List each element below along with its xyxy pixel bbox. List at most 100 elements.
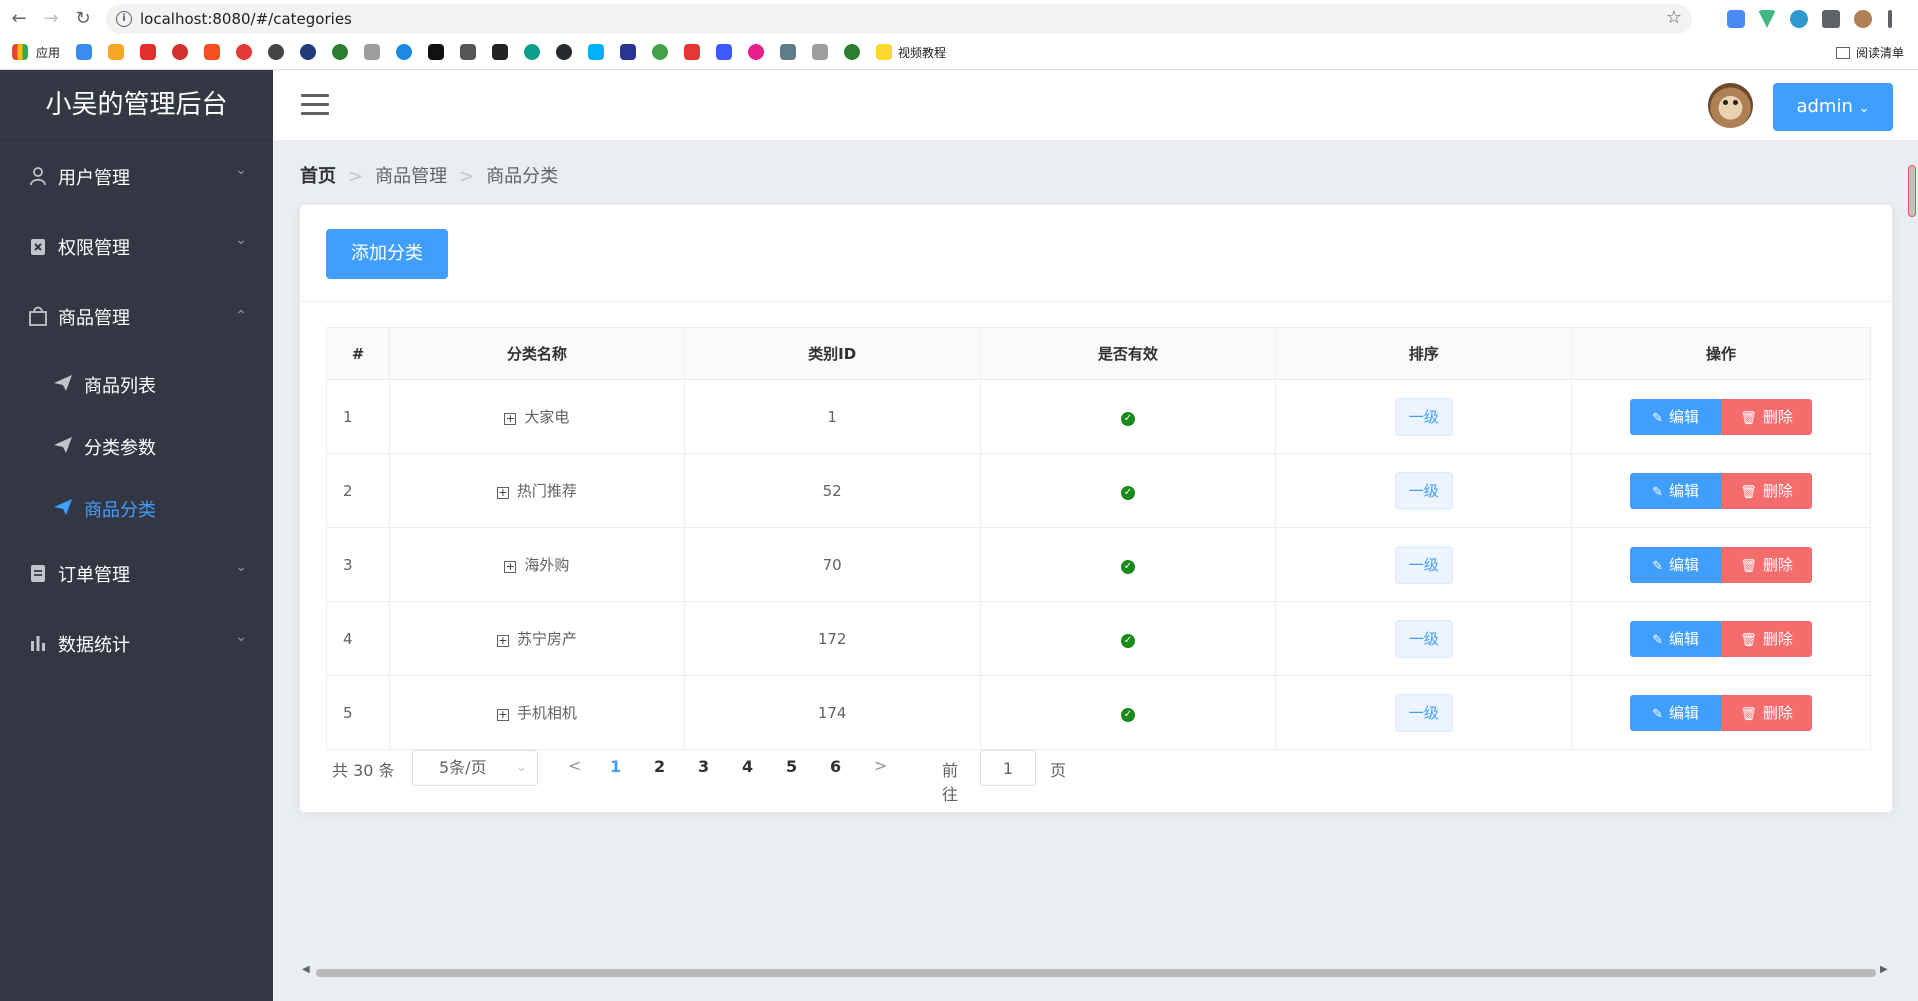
delete-button[interactable]: 🗑 删除 <box>1721 398 1813 435</box>
submenu-category-params[interactable]: 分类参数 <box>0 418 273 474</box>
edit-button[interactable]: ✎ 编辑 <box>1630 620 1722 657</box>
category-table: # 分类名称 类别ID 是否有效 排序 操作 1 + 大家电 1 ✓ 一级 ✎ 编辑… <box>326 327 1871 750</box>
page-number[interactable]: 5 <box>786 757 797 776</box>
bookmark-icon[interactable] <box>172 44 188 60</box>
bookmark-icon[interactable] <box>652 44 668 60</box>
translate-extension-icon[interactable] <box>1727 10 1745 28</box>
weibo-icon[interactable] <box>236 44 252 60</box>
level-tag: 一级 <box>1394 545 1453 584</box>
bookmark-icon[interactable] <box>844 44 860 60</box>
bookmark-icon[interactable] <box>716 44 732 60</box>
bookmark-icon[interactable] <box>332 44 348 60</box>
page-number[interactable]: 3 <box>698 757 709 776</box>
scrollbar-thumb[interactable] <box>316 969 1876 977</box>
user-name: admin <box>1796 96 1853 117</box>
bookmark-icon[interactable] <box>492 44 508 60</box>
add-category-button[interactable]: 添加分类 <box>326 229 448 279</box>
scroll-right-icon[interactable]: ▶ <box>1880 964 1888 975</box>
home-icon[interactable] <box>364 44 380 60</box>
forward-icon[interactable]: → <box>40 8 62 30</box>
bookmark-icon[interactable] <box>812 44 828 60</box>
bookmark-icon[interactable] <box>748 44 764 60</box>
menu-label: 订单管理 <box>58 565 130 586</box>
video-tutorial-bookmark[interactable]: 视频教程 <box>898 44 946 61</box>
scroll-left-icon[interactable]: ◀ <box>302 964 310 975</box>
page-number[interactable]: 2 <box>654 757 665 776</box>
puzzle-icon[interactable] <box>1822 10 1840 28</box>
page-size-select[interactable]: 5条/页 ⌄ <box>412 750 538 786</box>
delete-button[interactable]: 🗑 删除 <box>1721 546 1813 583</box>
trash-icon: 🗑 <box>1740 706 1757 722</box>
expand-icon[interactable]: + <box>504 561 517 573</box>
back-icon[interactable]: ← <box>8 8 30 30</box>
submenu-goods-categories[interactable]: 商品分类 <box>0 480 273 536</box>
bookmark-icon[interactable] <box>300 44 316 60</box>
expand-icon[interactable]: + <box>504 413 517 425</box>
bookmark-icon[interactable] <box>780 44 796 60</box>
folder-icon[interactable] <box>876 44 892 60</box>
bookmark-icon[interactable] <box>588 44 604 60</box>
bookmark-icon[interactable] <box>140 44 156 60</box>
page-number[interactable]: 1 <box>610 757 621 776</box>
bookmark-icon[interactable] <box>524 44 540 60</box>
menu-user-management[interactable]: 用户管理 ⌄ <box>0 148 273 204</box>
github-icon[interactable] <box>556 44 572 60</box>
edit-button[interactable]: ✎ 编辑 <box>1630 694 1722 731</box>
expand-icon[interactable]: + <box>496 635 509 647</box>
menu-order-management[interactable]: 订单管理 ⌄ <box>0 545 273 601</box>
reading-list-label: 阅读清单 <box>1855 46 1904 60</box>
extension-icon[interactable] <box>1790 10 1808 28</box>
bookmark-icon[interactable] <box>460 44 476 60</box>
category-id: 172 <box>683 601 981 676</box>
expand-icon[interactable]: + <box>496 709 509 721</box>
row-index: 2 <box>326 453 390 528</box>
bookmark-icon[interactable] <box>428 44 444 60</box>
horizontal-scrollbar[interactable]: ◀ ▶ <box>300 964 1892 978</box>
vue-devtools-icon[interactable] <box>1758 10 1776 28</box>
reading-list[interactable]: 阅读清单 <box>1835 44 1904 61</box>
next-page-icon[interactable]: > <box>874 756 887 775</box>
expand-icon[interactable]: + <box>496 487 509 499</box>
delete-button[interactable]: 🗑 删除 <box>1721 472 1813 509</box>
send-icon <box>52 372 74 394</box>
bookmark-icon[interactable] <box>76 44 92 60</box>
bookmark-icon[interactable] <box>396 44 412 60</box>
menu-data-statistics[interactable]: 数据统计 ⌄ <box>0 615 273 671</box>
page-number[interactable]: 6 <box>830 757 841 776</box>
user-dropdown-button[interactable]: admin ⌄ <box>1773 83 1893 131</box>
edit-label: 编辑 <box>1669 481 1700 500</box>
reload-icon[interactable]: ↻ <box>72 8 94 30</box>
profile-avatar-icon[interactable] <box>1854 10 1872 28</box>
bookmark-icon[interactable] <box>108 44 124 60</box>
scrollbar-thumb[interactable] <box>1908 165 1916 217</box>
bookmarks-bar: 应用 视频教程 阅读清单 <box>0 40 1918 68</box>
apps-icon[interactable] <box>12 44 28 60</box>
bookmark-icon[interactable] <box>620 44 636 60</box>
prev-page-icon[interactable]: < <box>568 756 581 775</box>
bookmark-icon[interactable] <box>204 44 220 60</box>
apps-label[interactable]: 应用 <box>36 44 60 61</box>
chevron-down-icon: ⌄ <box>235 232 247 248</box>
vertical-scrollbar[interactable] <box>1908 165 1918 217</box>
menu-toggle-icon[interactable] <box>301 94 329 116</box>
goto-page-input[interactable] <box>980 750 1036 786</box>
page-number[interactable]: 4 <box>742 757 753 776</box>
menu-goods-management[interactable]: 商品管理 ⌃ <box>0 288 273 344</box>
bookmark-icon[interactable] <box>684 44 700 60</box>
edit-button[interactable]: ✎ 编辑 <box>1630 398 1722 435</box>
breadcrumb-home[interactable]: 首页 <box>300 166 336 187</box>
bookmark-icon[interactable] <box>268 44 284 60</box>
address-bar[interactable]: i localhost:8080/#/categories ☆ <box>106 4 1692 34</box>
delete-button[interactable]: 🗑 删除 <box>1721 694 1813 731</box>
delete-button[interactable]: 🗑 删除 <box>1721 620 1813 657</box>
edit-button[interactable]: ✎ 编辑 <box>1630 472 1722 509</box>
info-icon[interactable]: i <box>116 11 132 27</box>
submenu-goods-list[interactable]: 商品列表 <box>0 356 273 412</box>
breadcrumb-level2: 商品分类 <box>486 166 559 187</box>
menu-permission-management[interactable]: 权限管理 ⌄ <box>0 218 273 274</box>
edit-button[interactable]: ✎ 编辑 <box>1630 546 1722 583</box>
bookmark-star-icon[interactable]: ☆ <box>1666 7 1682 28</box>
more-menu-icon[interactable] <box>1888 10 1892 28</box>
table-header-row: # 分类名称 类别ID 是否有效 排序 操作 <box>326 327 1871 380</box>
breadcrumb-separator-icon: > <box>459 166 475 187</box>
